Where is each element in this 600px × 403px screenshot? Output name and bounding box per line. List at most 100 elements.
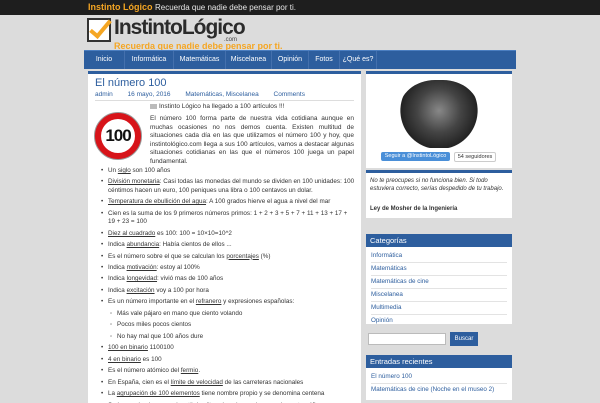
list-item-text: y expresiones españolas: [221,298,295,306]
intro-line: Instinto Lógico ha llegado a 100 artícul… [150,103,284,110]
post-categories-link[interactable]: Matemáticas, Miscelanea [185,91,258,98]
list-item-link[interactable]: siglo [118,167,131,174]
search-button[interactable]: Buscar [450,332,478,346]
intro-line-text: Instinto Lógico ha llegado a 100 artícul… [159,103,285,110]
sidebar: Seguir a @InstintoLógico 54 seguidores N… [366,71,512,400]
list-item-link[interactable]: División monetaria [108,178,160,185]
quote-widget: No te preocupes si no funciona bien. Si … [366,170,512,218]
checkbox-logo-icon[interactable] [87,18,111,42]
list-item: Indica abundancia: Había cientos de ello… [100,241,356,250]
list-item-text: Es el número sobre el que se calculan lo… [108,252,227,260]
categories-heading: Categorías [366,234,512,247]
speed-limit-sign-image: 100 [94,112,142,160]
list-item: Es un número importante en el refranero … [100,298,356,307]
image-icon [150,103,157,109]
list-item-text: Indica [108,275,127,283]
category-link[interactable]: Miscelanea [371,288,507,302]
list-item-link[interactable]: abundancia [127,241,160,248]
list-item-text: Indica [108,286,127,294]
nav-item-matematicas[interactable]: Matemáticas [174,51,226,69]
category-link[interactable]: Opinión [371,314,507,327]
category-link[interactable]: Informática [371,249,507,263]
twitter-follow-button[interactable]: Seguir a @InstintoLógico [381,152,450,161]
list-item-link[interactable]: refranero [196,298,222,305]
post-article: El número 100 admin 16 mayo, 2016 Matemá… [88,71,361,403]
list-item: 4 en binario es 100 [100,355,356,365]
list-item: Indica excitación voy a 100 por hora [100,286,356,296]
list-item: Temperatura de ebullición del agua: A 10… [100,198,356,207]
category-link[interactable]: Multimedia [371,301,507,315]
quote-author: Ley de Mosher de la Ingeniería [370,206,458,212]
list-item-text: Es un número importante en el [108,298,196,306]
top-bar: Instinto Lógico Recuerda que nadie debe … [0,0,600,15]
list-item-link[interactable]: longevidad [127,275,157,282]
nav-item-miscelanea[interactable]: Miscelanea [226,51,272,69]
sidebar-image-widget: Seguir a @InstintoLógico 54 seguidores [366,71,512,168]
list-item: En España, cien es el límite de velocida… [100,378,356,388]
list-item-text: es 100 [140,355,162,363]
list-item-text: En España, cien es el [108,378,171,386]
list-item: Cien es la suma de los 9 primeros número… [100,210,356,227]
list-item: Pocos miles pocos cientos [109,321,356,330]
list-item-text: es 100: 100 = 10×10=10^2 [155,229,232,237]
nav-item-opinion[interactable]: Opinión [272,51,309,69]
list-item-text: Más vale pájaro en mano que ciento volan… [117,309,243,317]
list-item: Más vale pájaro en mano que ciento volan… [109,309,356,319]
list-item: División monetaria: Casi todas las moned… [100,178,356,195]
list-item-link[interactable]: límite de velocidad [171,379,223,386]
list-item-link[interactable]: 100 en binario [108,344,148,351]
list-item-link[interactable]: agrupación de 100 elementos [117,390,200,397]
nav-item-inicio[interactable]: Inicio [84,51,125,69]
category-link[interactable]: Matemáticas [371,262,507,276]
nav-item-fotos[interactable]: Fotos [309,51,340,69]
nav-item-informatica[interactable]: Informática [125,51,174,69]
list-item: La agrupación de 100 elementos tiene nom… [100,390,356,399]
post-meta: admin 16 mayo, 2016 Matemáticas, Miscela… [95,91,318,98]
list-item-link[interactable]: Diez al cuadrado [108,230,155,237]
recent-posts-widget: Entradas recientes El número 100 Matemát… [366,355,512,400]
site-name-link[interactable]: Instinto Lógico [88,0,153,15]
list-item-text: Pocos miles pocos cientos [117,321,192,329]
list-item: Indica motivación: estoy al 100% [100,263,356,273]
site-header: InstintoLógico .com Recuerda que nadie d… [84,15,516,51]
list-item: Diez al cuadrado es 100: 100 = 10×10=10^… [100,229,356,239]
list-item: Indica longevidad: vivió mas de 100 años [100,275,356,284]
search-widget: Buscar [366,329,512,351]
recent-posts-heading: Entradas recientes [366,355,512,368]
list-item-text: son 100 años [130,167,171,174]
follower-count[interactable]: 54 seguidores [454,152,496,162]
list-item-text: voy a 100 por hora [154,286,209,294]
meta-divider [95,100,354,101]
nav-item-que-es[interactable]: ¿Qué es? [340,51,377,69]
search-input[interactable] [368,333,446,345]
list-item: Es el número atómico del fermio. [100,367,356,376]
recent-post-link[interactable]: El número 100 [371,370,507,384]
post-title[interactable]: El número 100 [95,77,167,89]
list-item-text: Indica [108,241,127,249]
list-item-text: Un [108,167,118,174]
list-item-link[interactable]: fermio [181,367,199,374]
list-item-text: de las carreteras nacionales [222,378,304,386]
list-item: 100 en binario 1100100 [100,344,356,353]
list-item-link[interactable]: Temperatura de ebullición del agua [108,198,206,205]
list-item-link[interactable]: 4 en binario [108,356,141,363]
list-item-text: : A 100 grados hierve el agua a nivel de… [206,198,331,206]
list-item: Es el número sobre el que se calculan lo… [100,252,356,262]
list-item-text: (%) [258,252,271,260]
post-author-link[interactable]: admin [95,91,113,98]
recent-post-link[interactable]: Matemáticas de cine (Noche en el museo 2… [371,383,507,396]
list-item: No hay mal que 100 años dure [109,333,356,342]
list-item-text: : Había cientos de ellos ... [159,241,232,249]
category-link[interactable]: Matemáticas de cine [371,275,507,289]
list-item-link[interactable]: motivación [127,264,157,271]
list-item-text: . [198,367,201,375]
post-date-link[interactable]: 16 mayo, 2016 [128,91,171,98]
list-item-link[interactable]: porcentajes [226,253,259,260]
list-item-text: : estoy al 100% [156,263,200,271]
list-item-link[interactable]: excitación [127,287,155,294]
post-comments-link[interactable]: Comments [274,91,305,98]
list-item-text: tiene nombre propio y se denomina centen… [199,390,325,398]
list-item-text: Indica [108,263,127,271]
speed-limit-number: 100 [101,119,135,153]
list-item: Un siglo son 100 años [100,167,356,176]
